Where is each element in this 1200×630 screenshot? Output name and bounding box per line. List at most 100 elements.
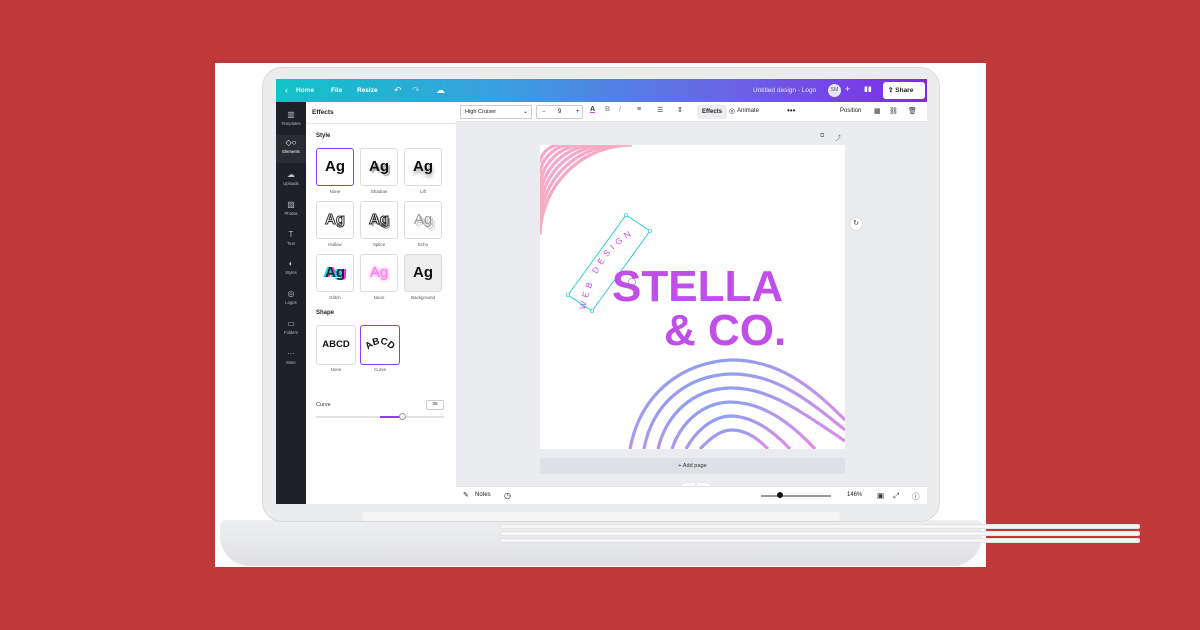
panel-title: Effects bbox=[312, 109, 334, 116]
share-button[interactable]: ⇪ Share bbox=[883, 82, 925, 99]
font-select[interactable]: High Cruiser ⌄ bbox=[460, 105, 532, 119]
logos-icon: ◎ bbox=[287, 289, 295, 298]
text-color-icon[interactable]: A bbox=[590, 106, 595, 113]
list-icon[interactable]: ☰ bbox=[657, 106, 663, 114]
style-label-splice: Splice bbox=[372, 242, 386, 247]
increase-size-button[interactable]: + bbox=[576, 106, 580, 118]
bottom-bar: ✎ Notes ◷ 146% ▣ ⤢ ⓘ bbox=[456, 486, 927, 504]
nav-item-uploads[interactable]: ☁ Uploads bbox=[276, 168, 306, 194]
shape-tile-none[interactable]: ABCD bbox=[316, 325, 356, 365]
nav-item-label: Folders bbox=[284, 330, 298, 335]
nav-item-label: More bbox=[286, 360, 296, 365]
italic-icon[interactable]: I bbox=[619, 106, 621, 113]
style-tile-none[interactable]: Ag bbox=[316, 148, 354, 186]
fullscreen-icon[interactable]: ⤢ bbox=[893, 491, 899, 501]
nav-item-label: Uploads bbox=[283, 181, 299, 186]
cloud-save-icon[interactable]: ☁ bbox=[436, 85, 445, 96]
curve-slider-handle[interactable] bbox=[399, 413, 406, 420]
design-canvas[interactable]: WEB DESIGN STELLA & CO. bbox=[540, 145, 845, 449]
font-size-stepper[interactable]: − 9 + bbox=[536, 105, 583, 119]
zoom-slider-track[interactable] bbox=[761, 495, 831, 497]
undo-icon[interactable]: ↶ bbox=[394, 85, 402, 96]
style-tile-glitch[interactable]: Ag bbox=[316, 254, 354, 292]
transparency-icon[interactable]: ▦ bbox=[874, 107, 881, 115]
style-tile-echo[interactable]: Ag bbox=[404, 201, 442, 239]
headline-stella[interactable]: STELLA bbox=[612, 262, 783, 311]
nav-item-styles[interactable]: ◐ Styles bbox=[276, 257, 306, 283]
templates-icon: ▥ bbox=[287, 110, 295, 119]
align-center-icon[interactable]: ≡ bbox=[637, 106, 641, 113]
folders-icon: ▭ bbox=[287, 319, 295, 328]
effects-button[interactable]: Effects bbox=[697, 105, 727, 119]
style-tile-background[interactable]: Ag bbox=[404, 254, 442, 292]
chevron-left-icon[interactable]: ‹ bbox=[285, 85, 288, 95]
curve-value-input[interactable]: 35 bbox=[426, 400, 444, 410]
nav-item-photos[interactable]: ▨ Photos bbox=[276, 198, 306, 224]
page-count-icon[interactable]: ▣ bbox=[877, 491, 884, 500]
refresh-icon[interactable]: ↻ bbox=[849, 217, 863, 231]
style-label-none: None bbox=[329, 189, 341, 194]
editor-screen: ‹ Home File Resize ↶ ↷ ☁ Untitled design… bbox=[276, 79, 927, 504]
font-name: High Cruiser bbox=[465, 109, 497, 115]
style-label-background: Background bbox=[410, 295, 436, 300]
notes-icon[interactable]: ✎ bbox=[463, 491, 469, 499]
nav-item-logos[interactable]: ◎ Logos bbox=[276, 287, 306, 313]
shape-label-curve: Curve bbox=[373, 367, 386, 372]
style-tile-shadow[interactable]: Ag bbox=[360, 148, 398, 186]
add-page-icon[interactable]: ⤴ bbox=[835, 133, 841, 142]
style-label-hollow: Hollow bbox=[328, 242, 342, 247]
help-icon[interactable]: ⓘ bbox=[912, 491, 920, 502]
bottom-waves bbox=[628, 358, 845, 449]
nav-item-templates[interactable]: ▥ Templates bbox=[276, 108, 306, 134]
zoom-slider-handle[interactable] bbox=[777, 492, 783, 498]
style-tile-splice[interactable]: Ag bbox=[360, 201, 398, 239]
redo-icon[interactable]: ↷ bbox=[412, 85, 420, 96]
divider bbox=[306, 123, 456, 124]
spacing-icon[interactable]: ⇕ bbox=[677, 106, 683, 114]
nav-item-elements[interactable]: ◇○ Elements bbox=[276, 135, 306, 163]
timer-icon[interactable]: ◷ bbox=[504, 491, 511, 500]
curved-abcd-preview: ABCD bbox=[363, 336, 397, 352]
insights-icon[interactable]: ▮▮ bbox=[864, 85, 872, 93]
position-button[interactable]: Position bbox=[840, 108, 861, 114]
animate-icon[interactable]: ◎ bbox=[729, 107, 735, 115]
nav-item-folders[interactable]: ▭ Folders bbox=[276, 317, 306, 343]
text-icon: T bbox=[288, 230, 294, 239]
shape-section-title: Shape bbox=[316, 310, 335, 316]
trash-icon[interactable]: 🗑 bbox=[908, 107, 917, 115]
keyboard-row bbox=[500, 524, 1140, 529]
photos-icon: ▨ bbox=[287, 200, 295, 209]
uploads-icon: ☁ bbox=[287, 170, 295, 179]
nav-item-more[interactable]: ··· More bbox=[276, 347, 306, 373]
elements-icon: ◇○ bbox=[285, 138, 297, 147]
font-size-value[interactable]: 9 bbox=[558, 106, 561, 118]
style-tile-neon[interactable]: Ag bbox=[360, 254, 398, 292]
curve-label: Curve bbox=[316, 402, 331, 408]
avatar[interactable]: SM bbox=[828, 84, 841, 97]
document-title[interactable]: Untitled design - Logo bbox=[753, 87, 816, 94]
file-menu[interactable]: File bbox=[331, 87, 342, 94]
bold-icon[interactable]: B bbox=[605, 106, 610, 113]
effects-panel: Effects Style Ag None Ag Shadow Ag Lift … bbox=[306, 102, 456, 504]
decrease-size-button[interactable]: − bbox=[542, 106, 546, 118]
shape-tile-curve[interactable]: ABCD bbox=[360, 325, 400, 365]
add-collaborator-icon[interactable]: + bbox=[845, 84, 850, 94]
laptop-hinge bbox=[362, 512, 840, 521]
nav-item-text[interactable]: T Text bbox=[276, 228, 306, 254]
home-button[interactable]: Home bbox=[296, 87, 314, 94]
top-bar: ‹ Home File Resize ↶ ↷ ☁ Untitled design… bbox=[276, 79, 927, 102]
shape-label-none: None bbox=[330, 367, 342, 372]
zoom-level[interactable]: 146% bbox=[847, 492, 862, 498]
add-page-button[interactable]: + Add page bbox=[540, 458, 845, 474]
style-tile-hollow[interactable]: Ag bbox=[316, 201, 354, 239]
headline-co[interactable]: & CO. bbox=[664, 306, 786, 355]
style-tile-lift[interactable]: Ag bbox=[404, 148, 442, 186]
more-options-button[interactable]: ••• bbox=[787, 106, 795, 115]
duplicate-page-icon[interactable]: ⧉ bbox=[820, 133, 824, 140]
notes-button[interactable]: Notes bbox=[475, 492, 491, 498]
resize-button[interactable]: Resize bbox=[357, 87, 378, 94]
link-icon[interactable]: ⛓ bbox=[889, 107, 898, 115]
animate-button[interactable]: Animate bbox=[737, 108, 759, 114]
style-label-shadow: Shadow bbox=[370, 189, 388, 194]
chevron-down-icon: ⌄ bbox=[522, 109, 528, 115]
